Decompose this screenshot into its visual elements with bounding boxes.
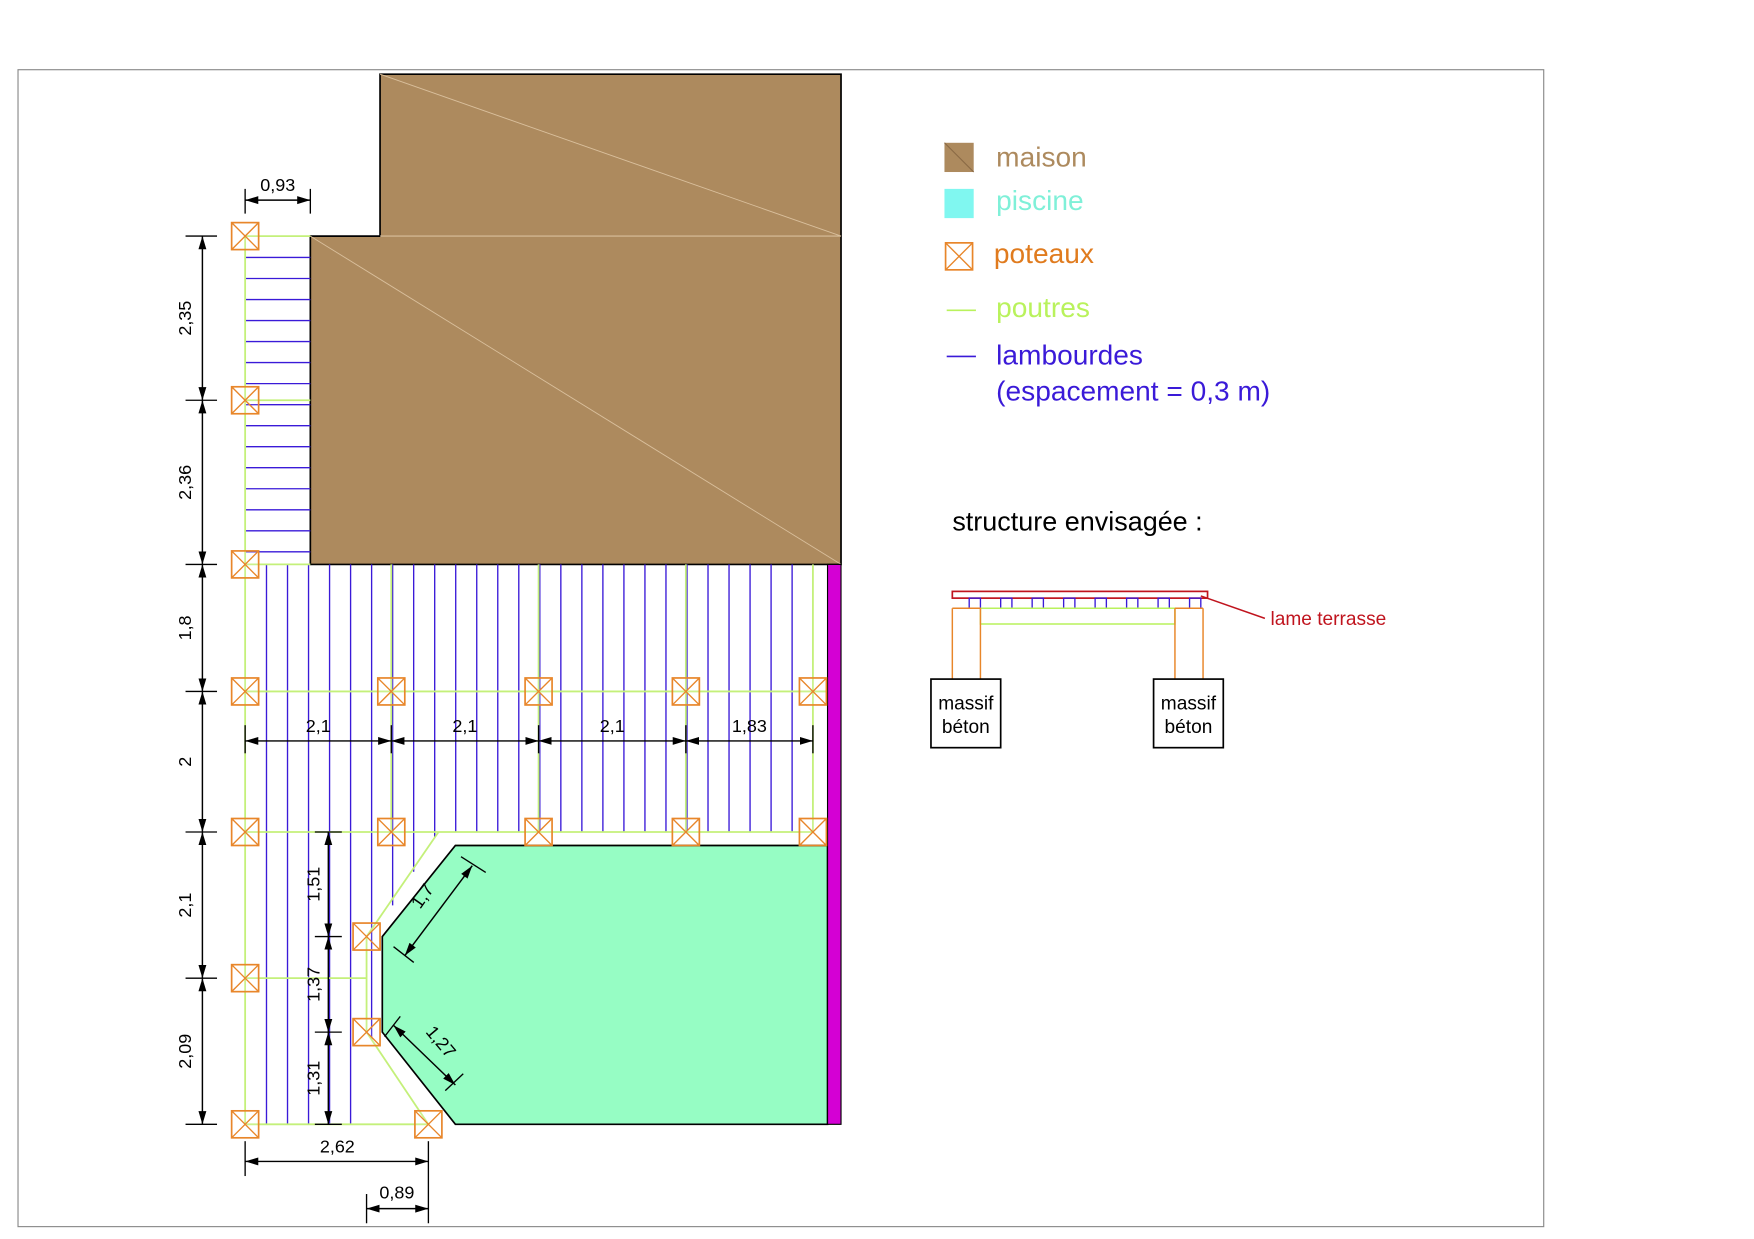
post-icon bbox=[230, 963, 260, 993]
deck-label: lame terrasse bbox=[1271, 609, 1387, 630]
deck-board bbox=[951, 590, 1209, 599]
legend-label-poutres: poutres bbox=[996, 292, 1090, 323]
post-icon bbox=[414, 1109, 443, 1139]
dimension-label: 2,36 bbox=[175, 465, 195, 500]
post-icon bbox=[524, 677, 553, 706]
pool bbox=[381, 844, 829, 1126]
legend-item-lambourdes: lambourdes (espacement = 0,3 m) bbox=[946, 339, 1270, 406]
pool-edge-wall bbox=[826, 563, 842, 1125]
legend-item-maison: maison bbox=[944, 141, 1087, 173]
footing-label: béton bbox=[942, 717, 990, 738]
section-joist bbox=[1000, 597, 1013, 609]
section-joists bbox=[968, 597, 1202, 609]
section-beam bbox=[979, 607, 1176, 625]
legend-item-poutres: poutres bbox=[946, 292, 1090, 323]
structure-title: structure envisagée : bbox=[952, 507, 1202, 537]
post-icon bbox=[671, 677, 701, 706]
post-icon bbox=[376, 817, 406, 847]
footing-right: massif béton bbox=[1152, 678, 1225, 749]
dimension-label: 2,1 bbox=[452, 716, 477, 736]
dimension-label: 2 bbox=[175, 757, 195, 767]
house bbox=[309, 73, 842, 566]
post-icon bbox=[671, 817, 701, 847]
deck-label-leader bbox=[1200, 595, 1266, 620]
footing-label: massif bbox=[1161, 693, 1217, 714]
dimension-label: 1,31 bbox=[303, 1061, 323, 1096]
legend-label-piscine: piscine bbox=[996, 185, 1083, 216]
post-icon bbox=[524, 817, 553, 847]
section-joist bbox=[1031, 597, 1045, 609]
post-icon bbox=[230, 221, 260, 251]
post-icon bbox=[230, 817, 260, 847]
legend-item-piscine: piscine bbox=[944, 185, 1084, 219]
dimension-label: 0,89 bbox=[379, 1183, 414, 1203]
legend-label-maison: maison bbox=[996, 141, 1087, 172]
legend-label-poteaux: poteaux bbox=[994, 238, 1094, 269]
post-icon bbox=[230, 550, 260, 579]
section-posts bbox=[951, 607, 1204, 680]
post-icon bbox=[798, 817, 828, 847]
pool-swatch-icon bbox=[944, 188, 974, 219]
post-icon bbox=[230, 677, 260, 706]
dimension-label: 2,35 bbox=[175, 301, 195, 336]
dimension-label: 1,83 bbox=[732, 716, 767, 736]
dimension-label: 2,1 bbox=[306, 716, 331, 736]
dimension-label: 1,51 bbox=[303, 867, 323, 902]
post-icon bbox=[230, 385, 260, 415]
structure-section: structure envisagée : lame terrasse mass… bbox=[930, 507, 1387, 749]
dimension-label: 2,1 bbox=[600, 716, 625, 736]
legend-joist-spacing-note: (espacement = 0,3 m) bbox=[996, 375, 1270, 406]
section-joist bbox=[1062, 597, 1076, 609]
post-icon bbox=[376, 677, 406, 706]
section-joist bbox=[1125, 597, 1139, 609]
dimension-label: 2,62 bbox=[320, 1136, 355, 1156]
dimension-label: 1,37 bbox=[303, 967, 323, 1002]
dimension-label: 2,09 bbox=[175, 1034, 195, 1069]
post-icon bbox=[352, 1017, 381, 1047]
legend: maison piscine poteaux poutres lambourde… bbox=[944, 141, 1270, 406]
dimension-label: 0,93 bbox=[260, 175, 295, 195]
section-joist bbox=[1094, 597, 1108, 609]
terrace-plan: 0,93 2,35 2,36 1,8 2 2,1 2,09 2,1 2,1 2,1 1,83 1,51… bbox=[17, 69, 1545, 1228]
footing-label: massif bbox=[938, 693, 994, 714]
dimension-label: 1,8 bbox=[175, 615, 195, 640]
legend-label-lambourdes: lambourdes bbox=[996, 339, 1143, 370]
footing-left: massif béton bbox=[930, 678, 1002, 749]
section-joist bbox=[968, 597, 982, 609]
legend-item-poteaux: poteaux bbox=[944, 238, 1094, 271]
dimension-label: 2,1 bbox=[175, 893, 195, 918]
section-joist bbox=[1188, 597, 1202, 609]
post-icon bbox=[798, 677, 828, 706]
post-icon bbox=[230, 1109, 260, 1139]
post-icon bbox=[944, 242, 974, 271]
section-joist bbox=[1157, 597, 1170, 609]
post-icon bbox=[352, 922, 381, 951]
footing-label: béton bbox=[1165, 717, 1213, 738]
